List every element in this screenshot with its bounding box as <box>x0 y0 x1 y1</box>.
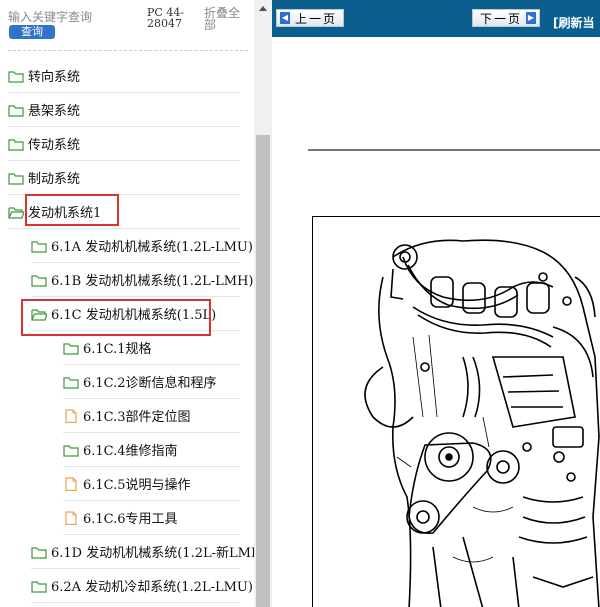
toc-panel: 查询 PC 44-28047 折叠全部 转向系统悬架系统传动系统制动系统发动机系… <box>0 0 272 607</box>
vertical-scrollbar[interactable] <box>254 0 272 607</box>
tree-item[interactable]: 6.1C.6专用工具 <box>63 501 240 535</box>
document-icon <box>63 408 79 423</box>
tree-item[interactable]: 6.1C.2诊断信息和程序 <box>63 365 240 399</box>
tree-item[interactable]: 6.1C.1规格 <box>63 331 240 365</box>
tree-item-label: 6.1B 发动机机械系统(1.2L-LMH) <box>51 274 254 289</box>
tree-item-label: 6.1C.2诊断信息和程序 <box>83 376 217 391</box>
tree-item[interactable]: 6.2A 发动机冷却系统(1.2L-LMU) <box>31 569 253 603</box>
tree-item-label: 悬架系统 <box>28 104 81 119</box>
search-bar: 查询 PC 44-28047 折叠全部 <box>0 0 252 52</box>
tree-item-label: 6.1C.5说明与操作 <box>83 478 191 493</box>
next-page-label: 下一页 <box>480 11 523 26</box>
folder-icon <box>31 579 47 593</box>
tree-item-label: 6.1A 发动机机械系统(1.2L-LMU) <box>51 240 253 255</box>
tree-item-label: 6.2A 发动机冷却系统(1.2L-LMU) <box>51 580 253 595</box>
folder-icon <box>63 443 79 457</box>
highlight-box <box>25 194 119 226</box>
arrow-left-icon: ◀ <box>280 12 290 24</box>
search-button[interactable]: 查询 <box>9 25 55 39</box>
tree-item[interactable]: 转向系统 <box>8 59 240 93</box>
tree-item[interactable]: 6.1D 发动机机械系统(1.2L-新LMH) <box>31 535 267 569</box>
document-viewer: ◀ 上一页 下一页 ▶ [刷新当 <box>272 0 600 607</box>
tree-item[interactable]: 6.1B 发动机机械系统(1.2L-LMH) <box>31 263 253 297</box>
prev-page-button[interactable]: ◀ 上一页 <box>276 9 344 27</box>
viewer-toolbar: ◀ 上一页 下一页 ▶ [刷新当 <box>272 0 600 37</box>
tree-item[interactable]: 6.1C.5说明与操作 <box>63 467 240 501</box>
folder-icon <box>31 273 47 287</box>
tree-item-label: 转向系统 <box>28 70 81 85</box>
divider <box>8 50 248 51</box>
folder-icon <box>63 375 79 389</box>
tree-item[interactable]: 6.1A 发动机机械系统(1.2L-LMU) <box>31 229 253 263</box>
tree-item[interactable]: 6.1C.3部件定位图 <box>63 399 240 433</box>
tree-item-label: 6.1C.3部件定位图 <box>83 410 191 425</box>
tree-item-label: 6.1C.1规格 <box>83 342 152 357</box>
folder-icon <box>31 239 47 253</box>
tree-item-label: 6.1C.4维修指南 <box>83 444 178 459</box>
folder-icon <box>63 341 79 355</box>
scroll-up-arrow-icon[interactable] <box>254 0 272 18</box>
folder-open-icon <box>8 205 24 219</box>
search-input[interactable] <box>8 9 142 25</box>
tree-item-label: 制动系统 <box>28 172 81 187</box>
highlight-box <box>21 299 211 336</box>
tree-item-label: 传动系统 <box>28 138 81 153</box>
scrollbar-thumb[interactable] <box>256 135 270 607</box>
prev-page-label: 上一页 <box>295 11 338 26</box>
document-icon <box>63 510 79 525</box>
arrow-right-icon: ▶ <box>526 12 536 24</box>
refresh-link[interactable]: [刷新当 <box>553 14 595 31</box>
tree-item[interactable]: 悬架系统 <box>8 93 240 127</box>
tree-item-label: 6.1D 发动机机械系统(1.2L-新LMH) <box>51 546 268 561</box>
tree-item[interactable]: 制动系统 <box>8 161 240 195</box>
document-icon <box>63 476 79 491</box>
folder-icon <box>8 69 24 83</box>
folder-icon <box>31 545 47 559</box>
folder-icon <box>8 103 24 117</box>
tree-item-label: 6.1C.6专用工具 <box>83 512 178 527</box>
tree-item[interactable]: 6.1C.4维修指南 <box>63 433 240 467</box>
collapse-all-link[interactable]: 折叠全部 <box>204 7 244 31</box>
engine-illustration <box>364 239 600 607</box>
pc-code: PC 44-28047 <box>147 6 185 30</box>
engine-figure <box>312 216 600 607</box>
page-rule <box>308 149 600 151</box>
folder-icon <box>8 137 24 151</box>
folder-icon <box>8 171 24 185</box>
next-page-button[interactable]: 下一页 ▶ <box>472 9 540 27</box>
tree-item[interactable]: 传动系统 <box>8 127 240 161</box>
